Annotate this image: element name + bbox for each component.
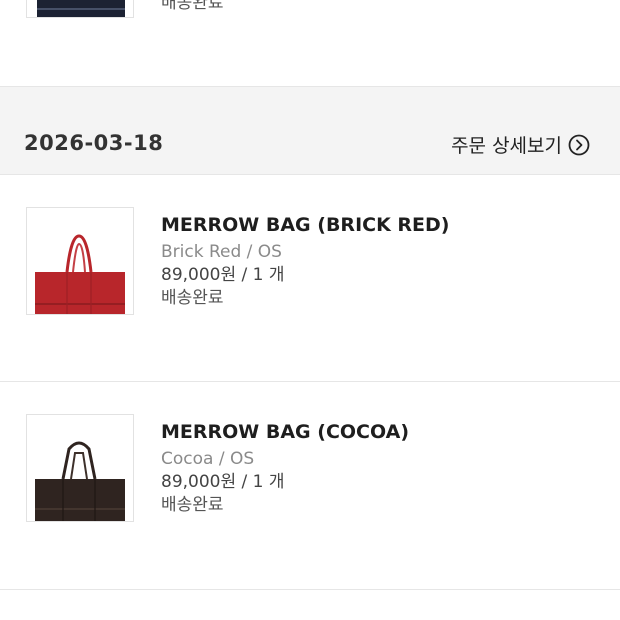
item-name[interactable]: MERROW BAG (BRICK RED): [161, 213, 449, 237]
product-thumbnail[interactable]: [26, 414, 134, 522]
brick-red-bag-image: [35, 234, 125, 314]
chevron-right-circle-icon: [568, 134, 590, 156]
cocoa-bag-image: [35, 441, 125, 521]
order-group-header: 2026-03-18 주문 상세보기: [0, 109, 620, 173]
order-item-card[interactable]: MERROW BAG (COCOA) Cocoa / OS 89,000원 / …: [0, 382, 620, 590]
order-item-card[interactable]: MERROW BAG (BRICK RED) Brick Red / OS 89…: [0, 174, 620, 382]
item-status: 배송완료: [161, 288, 224, 308]
order-date: 2026-03-18: [24, 131, 164, 155]
order-detail-label: 주문 상세보기: [451, 135, 562, 157]
product-thumbnail[interactable]: [26, 207, 134, 315]
item-option: Cocoa / OS: [161, 449, 255, 469]
item-price-quantity: 89,000원 / 1 개: [161, 265, 285, 285]
order-history-page: 배송완료 2026-03-18 주문 상세보기 MERROW BAG (BRIC…: [0, 0, 620, 620]
item-status: 배송완료: [161, 0, 224, 13]
order-detail-button[interactable]: 주문 상세보기: [451, 131, 590, 158]
item-price-quantity: 89,000원 / 1 개: [161, 472, 285, 492]
product-thumbnail[interactable]: [26, 0, 134, 18]
order-item-card-previous[interactable]: 배송완료: [0, 0, 620, 87]
item-info: MERROW BAG (BRICK RED) Brick Red / OS 89…: [161, 213, 449, 310]
item-option: Brick Red / OS: [161, 242, 282, 262]
order-item-card-next[interactable]: [0, 590, 620, 620]
item-name[interactable]: MERROW BAG (COCOA): [161, 420, 409, 444]
bag-image: [37, 0, 125, 17]
item-status: 배송완료: [161, 495, 224, 515]
item-info: MERROW BAG (COCOA) Cocoa / OS 89,000원 / …: [161, 420, 409, 517]
